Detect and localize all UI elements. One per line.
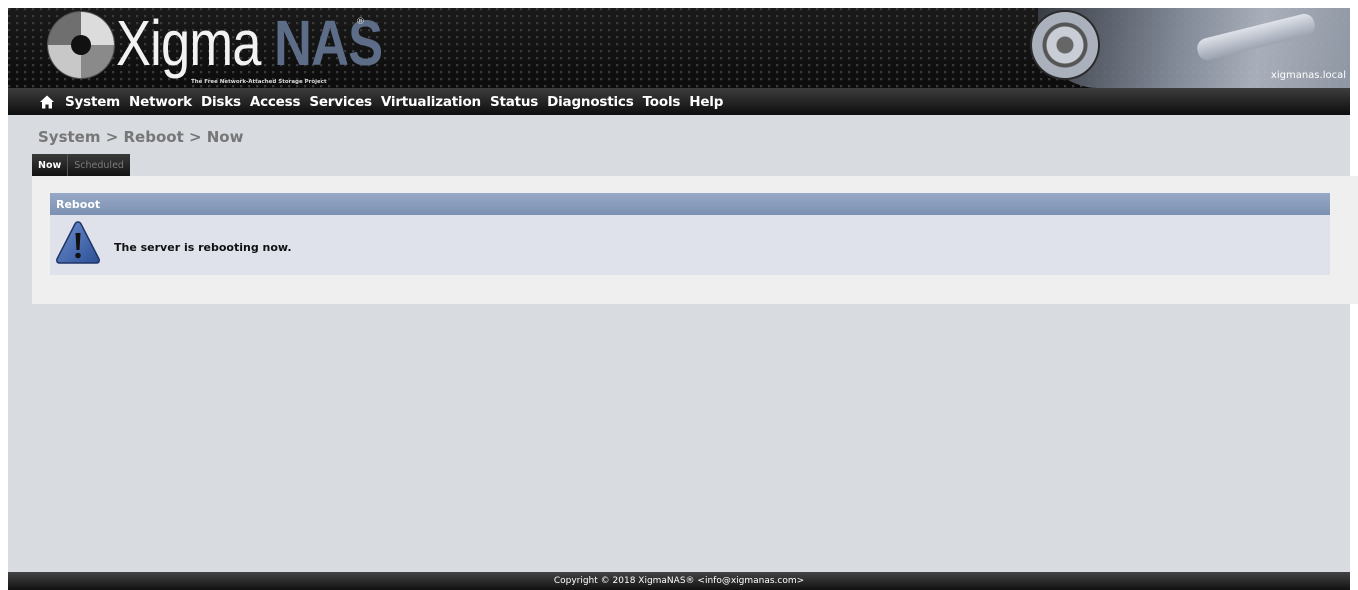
logo-text: Xigma xyxy=(116,8,261,79)
nav-item-services[interactable]: Services xyxy=(309,94,372,110)
nav-item-tools[interactable]: Tools xyxy=(643,94,681,110)
logo-disc-icon xyxy=(48,12,114,78)
header-banner: Xigma NAS ® The Free Network-Attached St… xyxy=(8,8,1350,88)
reboot-message: The server is rebooting now. xyxy=(114,241,292,254)
nav-item-disks[interactable]: Disks xyxy=(201,94,241,110)
content-panel: Reboot The server is rebooting now. xyxy=(32,176,1358,304)
footer-copyright: Copyright © 2018 XigmaNAS® <info@xigmana… xyxy=(8,572,1350,590)
tab-scheduled[interactable]: Scheduled xyxy=(67,154,130,176)
nav-item-access[interactable]: Access xyxy=(250,94,301,110)
logo-tagline: The Free Network-Attached Storage Projec… xyxy=(191,79,327,85)
section-title: Reboot xyxy=(50,193,1330,215)
main-nav: System Network Disks Access Services Vir… xyxy=(8,88,1350,115)
logo-registered-mark: ® xyxy=(356,17,365,27)
reboot-section: Reboot The server is rebooting now. xyxy=(50,193,1330,275)
nav-item-diagnostics[interactable]: Diagnostics xyxy=(547,94,634,110)
tab-bar: Now Scheduled xyxy=(32,154,130,176)
hard-drive-platter-icon xyxy=(1032,12,1098,78)
nav-item-system[interactable]: System xyxy=(65,94,120,110)
app-frame: Xigma NAS ® The Free Network-Attached St… xyxy=(8,8,1358,590)
nav-item-status[interactable]: Status xyxy=(490,94,538,110)
nav-item-network[interactable]: Network xyxy=(129,94,192,110)
home-icon[interactable] xyxy=(39,94,55,110)
breadcrumb: System > Reboot > Now xyxy=(38,128,244,146)
nav-item-virtualization[interactable]: Virtualization xyxy=(381,94,481,110)
nav-item-help[interactable]: Help xyxy=(689,94,723,110)
tab-now[interactable]: Now xyxy=(32,154,68,176)
hostname-label: xigmanas.local xyxy=(1270,70,1346,81)
warning-icon xyxy=(54,219,102,267)
logo-text-accent: NAS xyxy=(274,8,383,79)
